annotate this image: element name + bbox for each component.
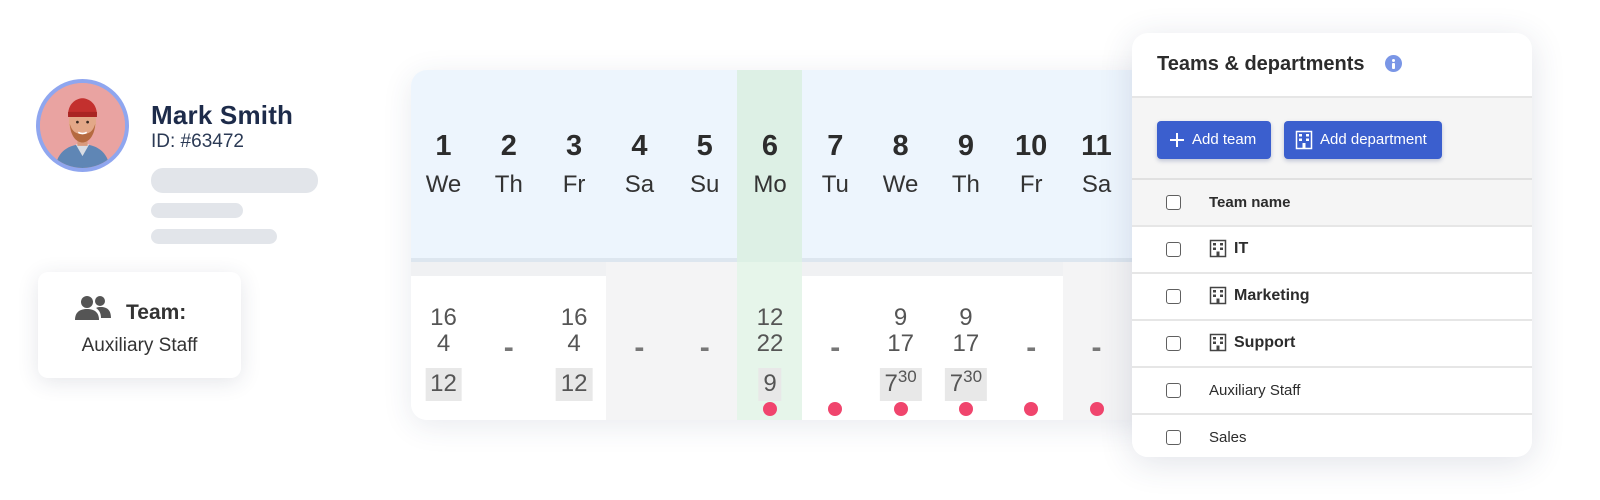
schedule-calendar: 1 We 16 4 12 2 Th -3 Fr 16 4 12 4 Sa -5 Su -6 Mo 12 22 9 7 Tu -… bbox=[411, 70, 1151, 420]
shift-hours-minutes: 30 bbox=[963, 367, 983, 386]
building-icon bbox=[1209, 333, 1227, 352]
avatar-photo bbox=[40, 83, 125, 168]
day-number: 7 bbox=[827, 130, 844, 162]
day-number: 4 bbox=[631, 130, 648, 162]
shift-hours: 12 bbox=[555, 368, 593, 401]
team-row[interactable]: Marketing bbox=[1132, 274, 1532, 321]
building-icon bbox=[1295, 130, 1313, 150]
day-name: Th bbox=[494, 171, 523, 198]
building-icon bbox=[1209, 286, 1227, 305]
profile-id: ID: #63472 bbox=[151, 131, 244, 152]
empty-shift-dash: - bbox=[1091, 331, 1102, 364]
team-row[interactable]: Auxiliary Staff bbox=[1132, 368, 1532, 415]
add-department-button[interactable]: Add department bbox=[1284, 121, 1442, 159]
select-all-checkbox[interactable] bbox=[1166, 195, 1181, 210]
day-number: 6 bbox=[761, 130, 779, 162]
shift-hours-value: 12 bbox=[430, 370, 457, 397]
profile-name: Mark Smith bbox=[151, 100, 294, 130]
team-card: Team: Auxiliary Staff bbox=[38, 272, 241, 378]
team-row[interactable]: Support bbox=[1132, 321, 1532, 368]
status-dot bbox=[1089, 402, 1104, 416]
info-icon[interactable] bbox=[1385, 55, 1402, 72]
empty-shift-dash: - bbox=[503, 331, 514, 364]
people-icon bbox=[75, 296, 111, 320]
team-name: Marketing bbox=[1234, 287, 1310, 304]
add-team-label: Add team bbox=[1192, 131, 1257, 148]
plus-icon bbox=[1170, 133, 1184, 147]
status-dot bbox=[763, 402, 777, 416]
day-name: Th bbox=[951, 171, 980, 198]
day-number: 1 bbox=[435, 130, 452, 162]
day-number: 8 bbox=[892, 130, 909, 162]
shift-hours-value: 7 bbox=[949, 370, 964, 397]
shift-hours: 12 bbox=[425, 368, 462, 401]
shift-hours-value: 12 bbox=[560, 370, 588, 397]
team-name: Support bbox=[1234, 334, 1296, 351]
shift-hours-value: 9 bbox=[763, 370, 777, 397]
row-checkbox[interactable] bbox=[1166, 430, 1181, 445]
shift-hours-value: 7 bbox=[884, 370, 898, 397]
column-header-team-name: Team name bbox=[1209, 194, 1291, 211]
team-label: Team: bbox=[126, 301, 187, 324]
shift-start: 9 bbox=[893, 304, 908, 331]
table-header-row: Team name bbox=[1132, 180, 1532, 227]
shift-end: 4 bbox=[436, 330, 451, 357]
shift-end: 22 bbox=[756, 330, 784, 357]
row-checkbox[interactable] bbox=[1166, 383, 1181, 398]
empty-shift-dash: - bbox=[830, 331, 841, 364]
building-icon bbox=[1209, 239, 1227, 258]
placeholder-bar bbox=[151, 203, 243, 218]
shift-end: 4 bbox=[567, 330, 581, 357]
shift-hours: 730 bbox=[944, 367, 988, 401]
row-checkbox[interactable] bbox=[1166, 242, 1181, 257]
team-name: Auxiliary Staff bbox=[1209, 382, 1301, 399]
empty-shift-dash: - bbox=[634, 331, 645, 364]
row-checkbox[interactable] bbox=[1166, 289, 1181, 304]
day-number: 11 bbox=[1081, 130, 1112, 162]
placeholder-bar bbox=[151, 229, 277, 244]
day-name: We bbox=[425, 171, 462, 198]
status-dot bbox=[958, 402, 973, 416]
day-number: 9 bbox=[957, 130, 974, 162]
empty-shift-dash: - bbox=[1026, 331, 1037, 364]
shift-end: 17 bbox=[887, 330, 914, 357]
day-number: 2 bbox=[500, 130, 517, 162]
shift-start: 12 bbox=[756, 304, 784, 331]
day-name: Sa bbox=[624, 171, 655, 198]
avatar bbox=[36, 79, 129, 172]
day-name: Sa bbox=[1081, 171, 1112, 198]
team-row[interactable]: Sales bbox=[1132, 415, 1532, 457]
empty-shift-dash: - bbox=[699, 331, 710, 364]
row-checkbox[interactable] bbox=[1166, 336, 1181, 351]
shift-hours: 730 bbox=[879, 367, 922, 401]
day-name: Fr bbox=[562, 171, 586, 198]
placeholder-bar bbox=[151, 168, 318, 193]
shift-start: 9 bbox=[959, 304, 973, 331]
shift-end: 17 bbox=[952, 330, 980, 357]
day-name: Tu bbox=[821, 171, 849, 198]
shift-hours-minutes: 30 bbox=[897, 367, 917, 386]
team-row[interactable]: IT bbox=[1132, 227, 1532, 274]
status-dot bbox=[893, 402, 908, 416]
team-name: Sales bbox=[1209, 429, 1247, 446]
day-name: Mo bbox=[753, 171, 787, 198]
team-value: Auxiliary Staff bbox=[81, 335, 198, 356]
teams-panel: Teams & departments Add team Add departm… bbox=[1132, 33, 1532, 457]
team-name: IT bbox=[1234, 240, 1249, 257]
day-name: We bbox=[882, 171, 919, 198]
day-name: Su bbox=[690, 171, 720, 198]
day-name: Fr bbox=[1019, 171, 1043, 198]
toolbar: Add team Add department bbox=[1132, 96, 1532, 180]
day-number: 3 bbox=[566, 130, 583, 162]
day-number: 10 bbox=[1015, 130, 1048, 162]
shift-start: 16 bbox=[430, 304, 457, 331]
add-department-label: Add department bbox=[1320, 131, 1427, 148]
day-number: 5 bbox=[696, 130, 713, 162]
shift-start: 16 bbox=[560, 304, 588, 331]
panel-title: Teams & departments bbox=[1157, 53, 1365, 75]
shift-hours: 9 bbox=[758, 368, 782, 401]
add-team-button[interactable]: Add team bbox=[1157, 121, 1271, 159]
